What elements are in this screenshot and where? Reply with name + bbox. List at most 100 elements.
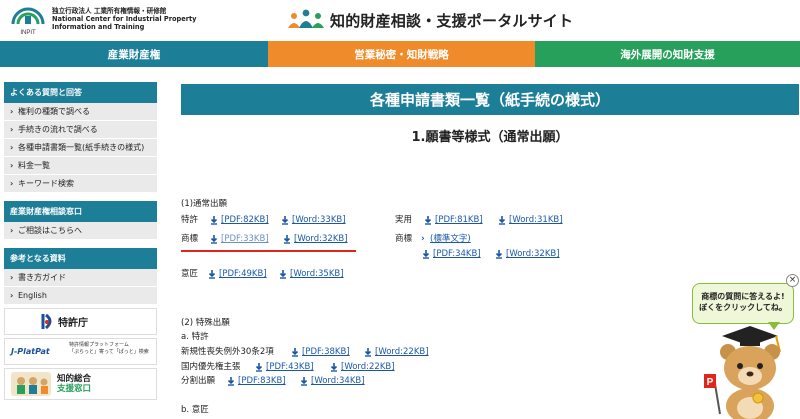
inpit-logo-text: INPIT [20, 30, 36, 36]
download-icon [283, 235, 291, 244]
sidebar-item-procedure-flow[interactable]: › 手続きの流れで調べる [4, 121, 157, 139]
jpo-label: 特許庁 [58, 318, 88, 329]
sidebar-item-english[interactable]: › English [4, 287, 157, 305]
patent-pdf-link[interactable]: [PDF:82KB] [221, 215, 269, 226]
sidebar-item-label: 書き方ガイド [18, 273, 66, 282]
download-icon [279, 270, 287, 279]
chevron-right-icon: › [10, 107, 14, 116]
utility-word-link[interactable]: [Word:31KB] [509, 215, 563, 226]
row-label-utility: 実用 [395, 215, 413, 225]
chevron-right-icon: › [10, 125, 14, 134]
portal-title: 知的財産相談・支援ポータルサイト [330, 11, 574, 30]
org-name-en-1: National Center for Industrial Property [52, 15, 197, 24]
sidebar-item-forms-list[interactable]: › 各種申請書類一覧(紙手続きの様式) [4, 139, 157, 157]
design-pdf-link[interactable]: [PDF:49KB] [219, 269, 267, 280]
exception-word-link[interactable]: [Word:22KB] [375, 347, 429, 358]
download-icon [208, 270, 216, 279]
download-icon [210, 235, 218, 244]
chevron-right-icon: › [10, 179, 14, 188]
priority-pdf-link[interactable]: [PDF:43KB] [266, 362, 314, 373]
download-icon [364, 348, 372, 357]
download-icon [330, 363, 338, 372]
sidebar-item-writing-guide[interactable]: › 書き方ガイド [4, 269, 157, 287]
section-heading-regular: (1)通常出願 [181, 199, 228, 209]
download-icon [210, 216, 218, 225]
org-name: 独立行政法人 工業所有権情報・研修館 National Center for I… [52, 7, 196, 32]
row-label-novelty-exception: 新規性喪失例外30条2項 [181, 347, 274, 357]
sidebar-item-label: 権利の種類で調べる [18, 107, 90, 116]
ip-support-center-banner[interactable]: 知的総合 支援窓口 [4, 368, 157, 400]
row-label-domestic-priority: 国内優先権主張 [181, 362, 241, 372]
section-heading-special: (2) 特殊出願 [181, 318, 230, 328]
download-icon [422, 250, 430, 259]
sidebar-item-label: 各種申請書類一覧(紙手続きの様式) [18, 143, 145, 152]
divisional-word-link[interactable]: [Word:34KB] [311, 376, 365, 387]
download-icon [291, 348, 299, 357]
design-word-link[interactable]: [Word:35KB] [290, 269, 344, 280]
jplatpat-banner[interactable]: J-PlatPat 特許情報プラットフォーム 「ぷらっと」寄って「ぱっと」検索 [4, 338, 157, 365]
sidebar-consult-heading: 産業財産権相談窓口 [4, 201, 157, 222]
close-chat-button[interactable]: × [786, 274, 799, 287]
bear-mascot-icon[interactable]: P [700, 322, 800, 419]
main-nav: 産業財産権 営業秘密・知財戦略 海外展開の知財支援 [0, 41, 800, 67]
download-icon [495, 250, 503, 259]
jplatpat-tagline-2: 「ぷらっと」寄って「ぱっと」検索 [69, 349, 149, 355]
org-name-en-2: Information and Training [52, 23, 145, 32]
row-label-divisional: 分割出願 [181, 376, 216, 386]
trademark-standard-pdf-link[interactable]: [PDF:34KB] [433, 249, 481, 260]
divisional-pdf-link[interactable]: [PDF:83KB] [238, 376, 286, 387]
ip-support-center-label: 知的総合 支援窓口 [57, 374, 91, 394]
sidebar: よくある質問と回答 › 権利の種類で調べる › 手続きの流れで調べる › 各種申請書類… [4, 82, 157, 400]
download-icon [255, 363, 263, 372]
utility-pdf-link[interactable]: [PDF:81KB] [435, 215, 483, 226]
people-illustration-icon [11, 372, 51, 396]
sidebar-reference-list: › 書き方ガイド › English [4, 269, 157, 305]
standard-chars-link[interactable]: (標準文字) [430, 234, 471, 245]
ip-support-center-line1: 知的総合 [57, 374, 92, 384]
exception-pdf-link[interactable]: [PDF:38KB] [302, 347, 350, 358]
section-title: 1.願書等様式（通常出願） [411, 130, 569, 145]
download-icon [227, 377, 235, 386]
sidebar-item-rights-type[interactable]: › 権利の種類で調べる [4, 103, 157, 121]
page-title: 各種申請書類一覧（紙手続の様式） [181, 84, 799, 115]
sidebar-item-label: 手続きの流れで調べる [18, 125, 98, 134]
nav-overseas[interactable]: 海外展開の知財支援 [535, 41, 800, 67]
chat-bubble[interactable]: 商標の質問に答えるよ! ぼくをクリックしてね。 [692, 283, 794, 324]
sidebar-item-fees[interactable]: › 料金一覧 [4, 157, 157, 175]
trademark-word-link[interactable]: [Word:32KB] [294, 234, 348, 245]
nav-industrial-property[interactable]: 産業財産権 [0, 41, 268, 67]
sidebar-item-label: English [18, 291, 47, 300]
sidebar-faq-list: › 権利の種類で調べる › 手続きの流れで調べる › 各種申請書類一覧(紙手続きの様式… [4, 103, 157, 193]
sidebar-item-label: キーワード検索 [18, 179, 74, 188]
ip-support-center-line2: 支援窓口 [57, 384, 92, 394]
sidebar-item-keyword-search[interactable]: › キーワード検索 [4, 175, 157, 193]
sidebar-item-consult[interactable]: › ご相談はこちらへ [4, 222, 157, 240]
trademark-pdf-link[interactable]: [PDF:33KB] [221, 234, 269, 245]
sidebar-faq-heading: よくある質問と回答 [4, 82, 157, 103]
chevron-right-icon: › [10, 226, 14, 235]
chevron-right-icon: › [10, 291, 14, 300]
priority-word-link[interactable]: [Word:22KB] [341, 362, 395, 373]
jplatpat-tagline: 特許情報プラットフォーム 「ぷらっと」寄って「ぱっと」検索 [69, 342, 149, 356]
row-label-trademark-standard: 商標 [395, 234, 413, 244]
subsection-patent: a. 特許 [181, 332, 209, 342]
svg-text:P: P [707, 377, 714, 388]
nav-trade-secret[interactable]: 営業秘密・知財戦略 [268, 41, 535, 67]
jpo-banner[interactable]: 特許庁 [4, 308, 157, 335]
sidebar-reference-heading: 参考となる資料 [4, 248, 157, 269]
people-group-icon [288, 9, 324, 28]
chevron-right-icon: › [421, 234, 425, 244]
sidebar-consult-list: › ご相談はこちらへ [4, 222, 157, 240]
trademark-standard-word-link[interactable]: [Word:32KB] [506, 249, 560, 260]
org-name-jp: 独立行政法人 工業所有権情報・研修館 [52, 7, 167, 15]
row-label-trademark: 商標 [181, 234, 199, 244]
portal-logo[interactable]: 知的財産相談・支援ポータルサイト [286, 8, 573, 32]
inpit-logo-icon[interactable]: INPIT [10, 6, 46, 36]
row-label-design: 意匠 [181, 269, 199, 279]
patent-word-link[interactable]: [Word:33KB] [292, 215, 346, 226]
sidebar-item-label: 料金一覧 [18, 161, 50, 170]
row-label-patent: 特許 [181, 215, 199, 225]
jplatpat-logo: J-PlatPat [11, 347, 50, 356]
chevron-right-icon: › [10, 143, 14, 152]
download-icon [424, 216, 432, 225]
